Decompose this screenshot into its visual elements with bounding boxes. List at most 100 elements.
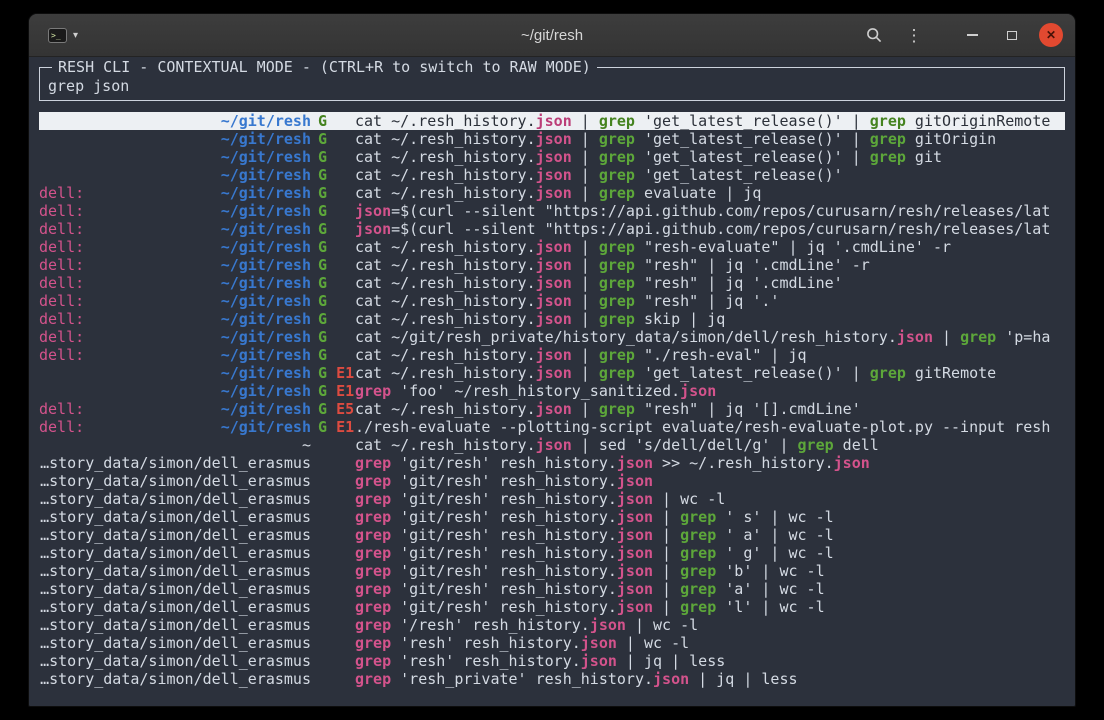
history-row[interactable]: …story_data/simon/dell_erasmusgrep '/res… — [39, 616, 1065, 634]
location-cell: …story_data/simon/dell_erasmus — [39, 454, 311, 472]
flags-cell — [311, 472, 355, 490]
history-row[interactable]: dell:~/git/reshGcat ~/git/resh_private/h… — [39, 328, 1065, 346]
history-row[interactable]: dell:~/git/reshGjson=$(curl --silent "ht… — [39, 220, 1065, 238]
command-text: grep 'git/resh' resh_history.json | grep… — [355, 544, 1065, 562]
command-segment: 'git/resh' resh_history. — [391, 508, 617, 526]
history-row[interactable]: dell:~/git/reshGcat ~/.resh_history.json… — [39, 292, 1065, 310]
history-row[interactable]: dell:~/git/reshGcat ~/.resh_history.json… — [39, 184, 1065, 202]
menu-button[interactable]: ⋮ — [901, 22, 927, 48]
host-label: dell: — [39, 292, 84, 310]
git-flag: G — [318, 346, 327, 364]
location-cell: dell:~/git/resh — [39, 202, 311, 220]
command-segment: | — [572, 400, 599, 418]
resh-search-box[interactable]: RESH CLI - CONTEXTUAL MODE - (CTRL+R to … — [39, 67, 1065, 101]
history-row[interactable]: dell:~/git/reshGcat ~/.resh_history.json… — [39, 238, 1065, 256]
search-button[interactable] — [861, 22, 887, 48]
flags-cell — [311, 508, 355, 526]
match-highlight: json — [617, 454, 653, 472]
command-segment: | — [653, 562, 680, 580]
command-text: cat ~/.resh_history.json | grep 'get_lat… — [355, 130, 1065, 148]
history-row[interactable]: ~/git/reshG E1cat ~/.resh_history.json |… — [39, 364, 1065, 382]
match-highlight: json — [536, 238, 572, 256]
command-text: grep 'git/resh' resh_history.json >> ~/.… — [355, 454, 1065, 472]
flags-cell: G — [311, 166, 355, 184]
pwd-label: ~/git/resh — [221, 256, 311, 274]
match-highlight: json — [536, 166, 572, 184]
git-flag: G — [318, 148, 327, 166]
location-cell: dell:~/git/resh — [39, 292, 311, 310]
history-row[interactable]: …story_data/simon/dell_erasmusgrep 'git/… — [39, 508, 1065, 526]
match-highlight: json — [581, 634, 617, 652]
search-query-input[interactable]: grep json — [48, 77, 1056, 95]
history-row[interactable]: dell:~/git/reshGcat ~/.resh_history.json… — [39, 256, 1065, 274]
command-segment: | — [572, 256, 599, 274]
history-row[interactable]: …story_data/simon/dell_erasmusgrep 'git/… — [39, 472, 1065, 490]
match-highlight: grep — [870, 364, 906, 382]
pwd-label: ~/git/resh — [221, 184, 311, 202]
match-highlight: grep — [599, 238, 635, 256]
command-segment: 'git/resh' resh_history. — [391, 526, 617, 544]
history-row[interactable]: ~/git/reshG E1grep 'foo' ~/resh_history_… — [39, 382, 1065, 400]
history-row[interactable]: …story_data/simon/dell_erasmusgrep 'git/… — [39, 580, 1065, 598]
git-flag: G — [318, 328, 327, 346]
titlebar[interactable]: ~/git/resh >_ ▾ ⋮ — [29, 14, 1075, 57]
history-row[interactable]: …story_data/simon/dell_erasmusgrep 'resh… — [39, 634, 1065, 652]
history-row[interactable]: …story_data/simon/dell_erasmusgrep 'git/… — [39, 490, 1065, 508]
match-highlight: grep — [355, 670, 391, 688]
match-highlight: json — [897, 328, 933, 346]
history-row[interactable]: …story_data/simon/dell_erasmusgrep 'git/… — [39, 526, 1065, 544]
command-segment: | sed 's/dell/dell/g' | — [572, 436, 798, 454]
match-highlight: json — [617, 544, 653, 562]
match-highlight: grep — [355, 382, 391, 400]
command-segment: | wc -l — [617, 634, 689, 652]
history-row[interactable]: dell:~/git/reshG E5cat ~/.resh_history.j… — [39, 400, 1065, 418]
command-segment: 'resh' resh_history. — [391, 634, 581, 652]
history-row[interactable]: …story_data/simon/dell_erasmusgrep 'resh… — [39, 670, 1065, 688]
location-cell: ~/git/resh — [39, 166, 311, 184]
command-segment: "resh" | jq '.cmdLine' — [635, 274, 843, 292]
new-terminal-button[interactable]: >_ ▾ — [41, 24, 85, 47]
match-highlight: grep — [680, 544, 716, 562]
close-button[interactable]: ✕ — [1039, 23, 1063, 47]
location-cell: dell:~/git/resh — [39, 220, 311, 238]
match-highlight: grep — [355, 508, 391, 526]
history-row[interactable]: ~/git/reshGcat ~/.resh_history.json | gr… — [39, 148, 1065, 166]
history-row[interactable]: dell:~/git/reshG E1./resh-evaluate --plo… — [39, 418, 1065, 436]
history-row[interactable]: …story_data/simon/dell_erasmus grep 'git/… — [39, 454, 1065, 472]
command-segment: 'get_latest_release()' | — [635, 364, 870, 382]
history-row[interactable]: …story_data/simon/dell_erasmusgrep 'git/… — [39, 562, 1065, 580]
history-row[interactable]: …story_data/simon/dell_erasmusgrep 'git/… — [39, 598, 1065, 616]
location-cell: …story_data/simon/dell_erasmus — [39, 670, 311, 688]
command-segment: | — [572, 148, 599, 166]
history-row[interactable]: dell:~/git/reshGjson=$(curl --silent "ht… — [39, 202, 1065, 220]
history-row[interactable]: dell:~/git/reshGcat ~/.resh_history.json… — [39, 310, 1065, 328]
command-segment: 'l' | wc -l — [716, 598, 824, 616]
host-label: dell: — [39, 400, 84, 418]
command-text: grep 'resh' resh_history.json | jq | les… — [355, 652, 1065, 670]
command-text: cat ~/.resh_history.json | grep 'get_lat… — [355, 166, 1065, 184]
match-highlight: grep — [798, 436, 834, 454]
history-row[interactable]: dell:~/git/reshGcat ~/.resh_history.json… — [39, 346, 1065, 364]
git-flag: G — [318, 400, 327, 418]
git-flag: G — [318, 184, 327, 202]
history-row[interactable]: ~/git/reshGcat ~/.resh_history.json | gr… — [39, 166, 1065, 184]
history-row-selected[interactable]: ~/git/reshGcat ~/.resh_history.json | gr… — [39, 112, 1065, 130]
command-segment: | — [653, 544, 680, 562]
minimize-button[interactable] — [959, 22, 985, 48]
command-segment: cat ~/.resh_history. — [355, 148, 536, 166]
location-cell: dell:~/git/resh — [39, 256, 311, 274]
history-row[interactable]: dell:~/git/reshGcat ~/.resh_history.json… — [39, 274, 1065, 292]
host-label: dell: — [39, 310, 84, 328]
command-segment: cat ~/.resh_history. — [355, 364, 536, 382]
flags-cell: G — [311, 238, 355, 256]
history-row[interactable]: ~cat ~/.resh_history.json | sed 's/dell/… — [39, 436, 1065, 454]
history-row[interactable]: …story_data/simon/dell_erasmusgrep 'resh… — [39, 652, 1065, 670]
match-highlight: json — [536, 346, 572, 364]
restore-button[interactable] — [999, 22, 1025, 48]
command-segment: | — [572, 364, 599, 382]
history-row[interactable]: …story_data/simon/dell_erasmusgrep 'git/… — [39, 544, 1065, 562]
history-row[interactable]: ~/git/reshGcat ~/.resh_history.json | gr… — [39, 130, 1065, 148]
location-cell: ~/git/resh — [39, 148, 311, 166]
command-segment: | — [572, 184, 599, 202]
terminal-window: ~/git/resh >_ ▾ ⋮ — [28, 13, 1076, 707]
